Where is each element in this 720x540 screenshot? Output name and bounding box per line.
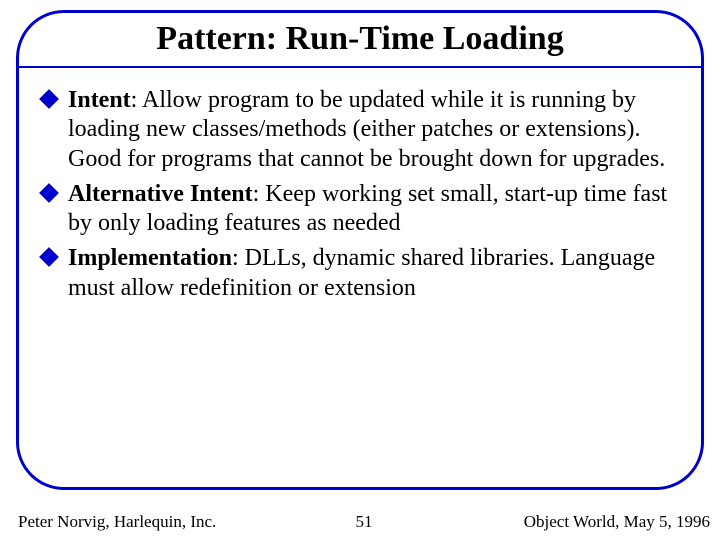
title-rule (18, 66, 702, 68)
bullet-item: Implementation: DLLs, dynamic shared lib… (42, 244, 678, 303)
bullet-label: Implementation (68, 245, 232, 271)
footer-right: Object World, May 5, 1996 (524, 512, 710, 532)
bullet-diamond-icon (39, 89, 59, 109)
bullet-label: Alternative Intent (68, 181, 253, 207)
bullet-diamond-icon (39, 247, 59, 267)
bullet-item: Alternative Intent: Keep working set sma… (42, 180, 678, 239)
footer-left: Peter Norvig, Harlequin, Inc. (18, 512, 216, 532)
footer-page-number: 51 (356, 512, 373, 532)
bullet-item: Intent: Allow program to be updated whil… (42, 86, 678, 174)
bullet-text: : Allow program to be updated while it i… (68, 87, 665, 172)
bullet-diamond-icon (39, 183, 59, 203)
slide: Pattern: Run-Time Loading Intent: Allow … (0, 0, 720, 540)
slide-body: Intent: Allow program to be updated whil… (42, 86, 678, 309)
bullet-label: Intent (68, 87, 131, 113)
title-wrap: Pattern: Run-Time Loading (156, 20, 563, 58)
slide-title: Pattern: Run-Time Loading (156, 20, 563, 58)
